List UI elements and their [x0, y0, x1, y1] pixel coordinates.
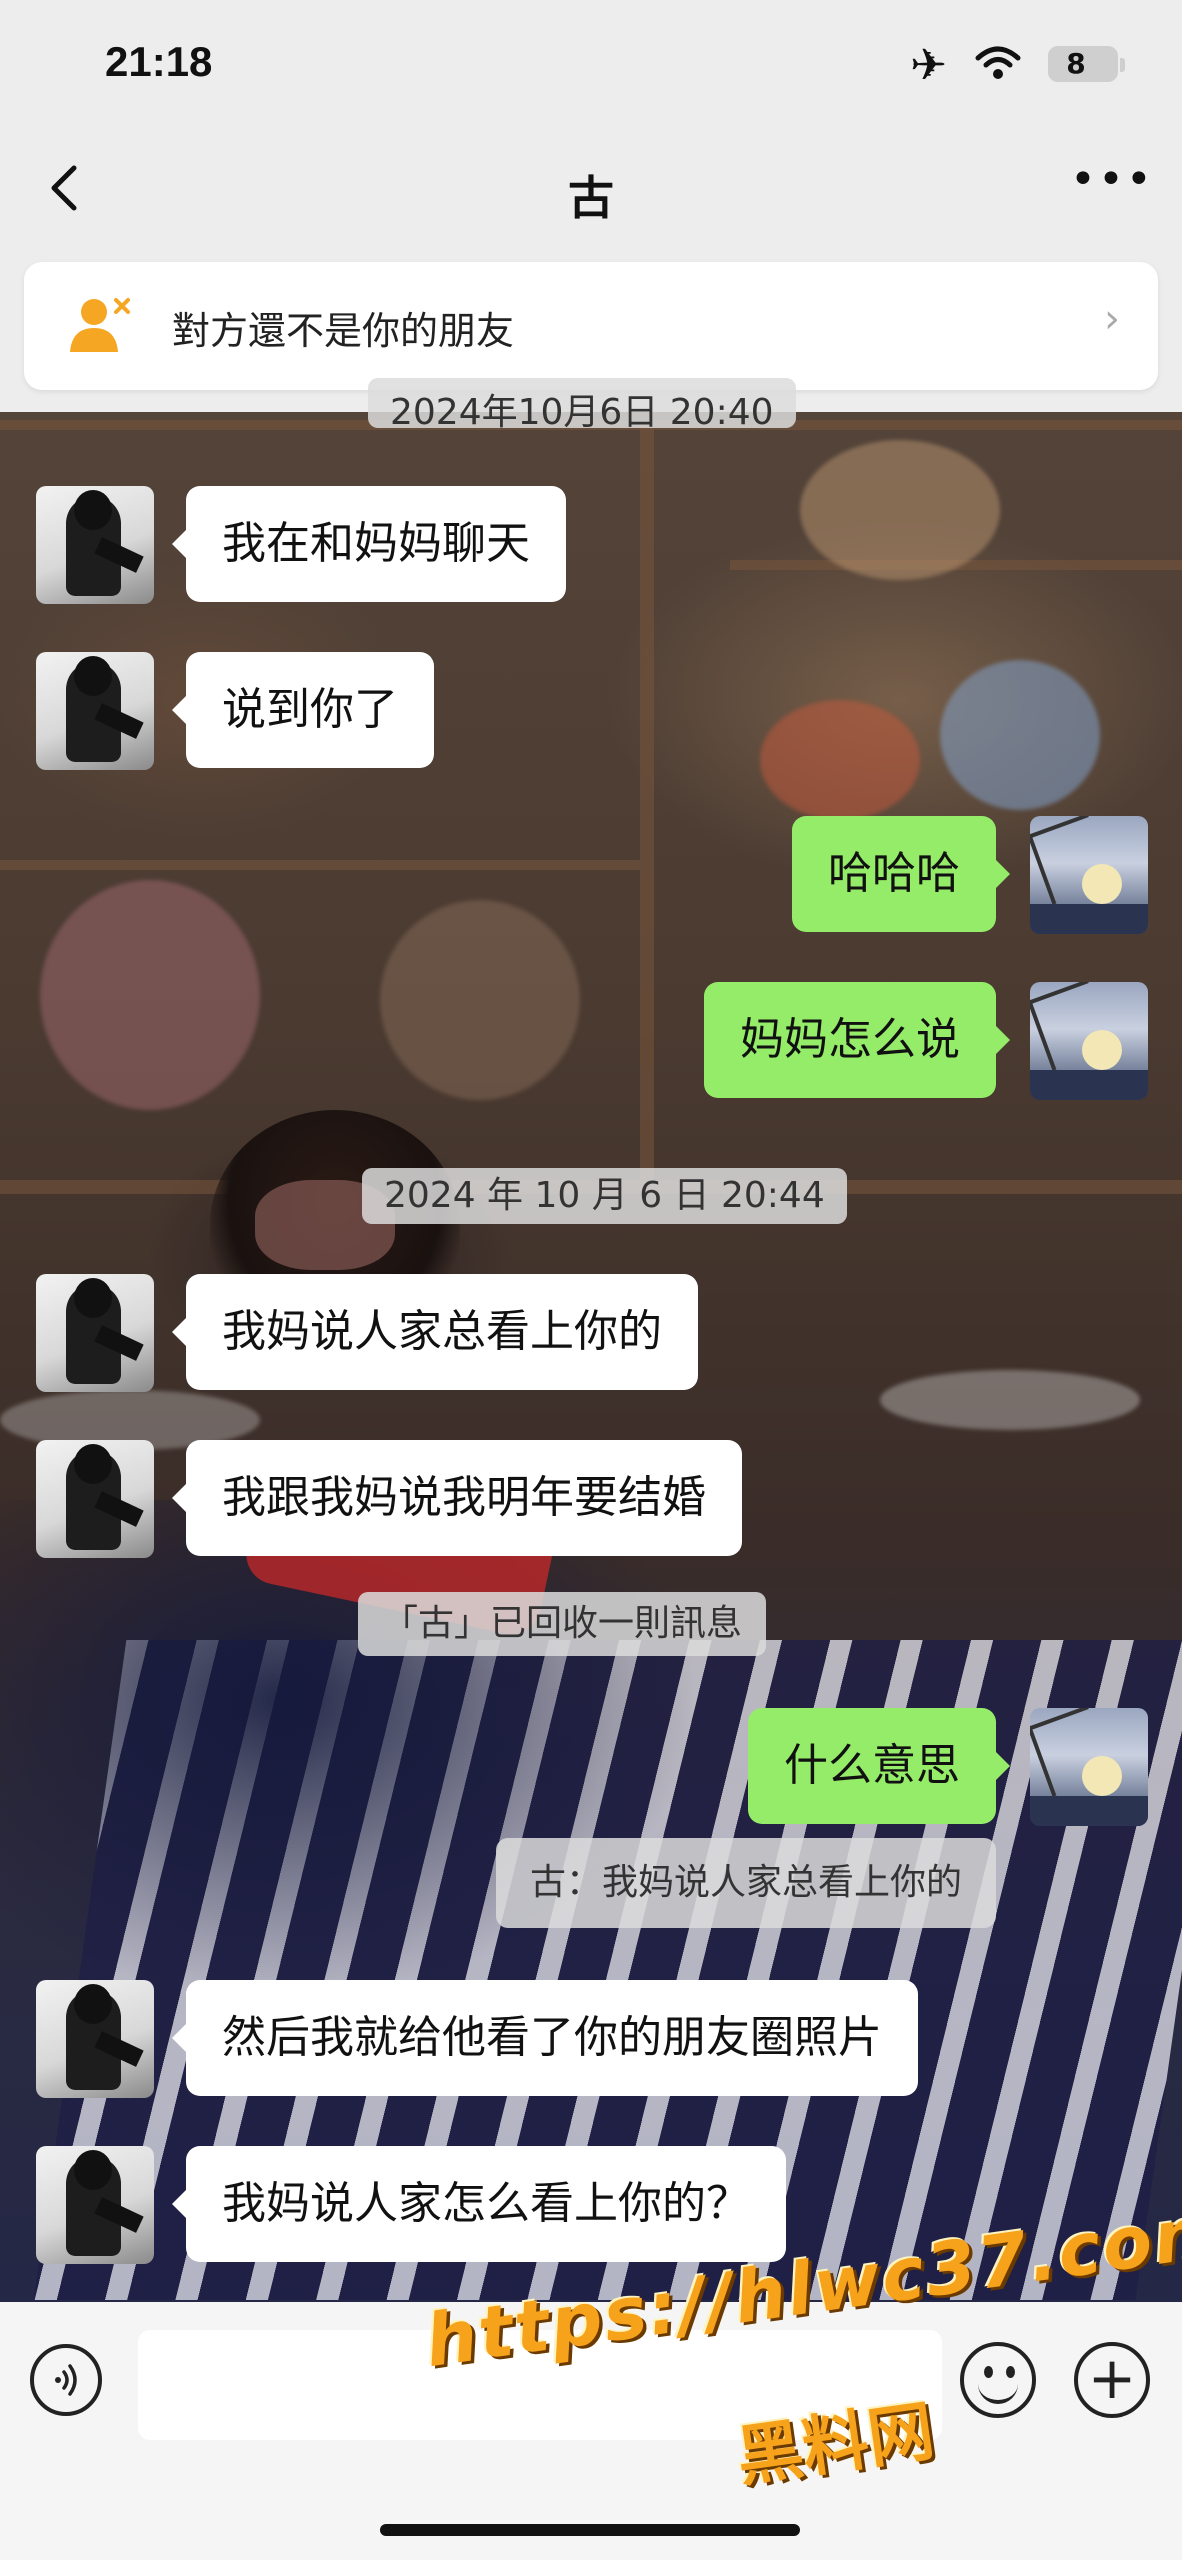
my-avatar[interactable]	[1030, 1708, 1148, 1826]
emoji-icon	[982, 2366, 1015, 2378]
more-options-icon[interactable]: •••	[1070, 158, 1152, 215]
my-avatar[interactable]	[1030, 816, 1148, 934]
received-message[interactable]: 我妈说人家怎么看上你的？	[186, 2146, 786, 2262]
banner-text: 對方還不是你的朋友	[172, 309, 515, 353]
not-friend-banner[interactable]: 對方還不是你的朋友 ›	[24, 262, 1158, 390]
recall-notice: 「古」已回收一則訊息	[358, 1592, 767, 1656]
timestamp-partial: 2024年10月6日 20:40	[368, 378, 796, 428]
sent-message[interactable]: 哈哈哈	[792, 816, 996, 932]
airplane-mode-icon: ✈	[910, 40, 947, 91]
my-avatar[interactable]	[1030, 982, 1148, 1100]
voice-icon	[55, 2364, 77, 2396]
contact-avatar[interactable]	[36, 1274, 154, 1392]
contact-avatar[interactable]	[36, 486, 154, 604]
battery-level: 8	[1066, 47, 1086, 80]
voice-input-button[interactable]	[30, 2344, 102, 2416]
wifi-icon	[975, 46, 1021, 79]
sent-message[interactable]: 什么意思	[748, 1708, 996, 1824]
received-message[interactable]: 说到你了	[186, 652, 434, 768]
status-time: 21:18	[105, 38, 213, 85]
received-message[interactable]: 我在和妈妈聊天	[186, 486, 566, 602]
contact-avatar[interactable]	[36, 2146, 154, 2264]
status-bar: 21:18 ✈ 8	[0, 30, 1182, 100]
chevron-right-icon: ›	[1104, 296, 1120, 342]
received-message[interactable]: 我跟我妈说我明年要结婚	[186, 1440, 742, 1556]
quoted-message[interactable]: 古：我妈说人家总看上你的	[495, 1838, 996, 1928]
home-indicator	[380, 2524, 800, 2536]
emoji-button[interactable]	[960, 2342, 1036, 2418]
contact-avatar[interactable]	[36, 1440, 154, 1558]
chat-title: 古	[568, 171, 614, 225]
chat-header: 古 •••	[0, 150, 1182, 230]
received-message[interactable]: 然后我就给他看了你的朋友圈照片	[186, 1980, 918, 2096]
contact-avatar[interactable]	[36, 1980, 154, 2098]
received-message[interactable]: 我妈说人家总看上你的	[186, 1274, 698, 1390]
timestamp: 2024 年 10 月 6 日 20:44	[362, 1168, 847, 1224]
more-actions-plus-icon[interactable]: +	[1074, 2342, 1150, 2418]
add-friend-icon	[70, 298, 130, 352]
contact-avatar[interactable]	[36, 652, 154, 770]
top-bar: 21:18 ✈ 8 古 ••• 對方還不是你的朋友 ›	[0, 0, 1182, 412]
sent-message[interactable]: 妈妈怎么说	[704, 982, 996, 1098]
battery-icon: 8	[1048, 46, 1118, 82]
